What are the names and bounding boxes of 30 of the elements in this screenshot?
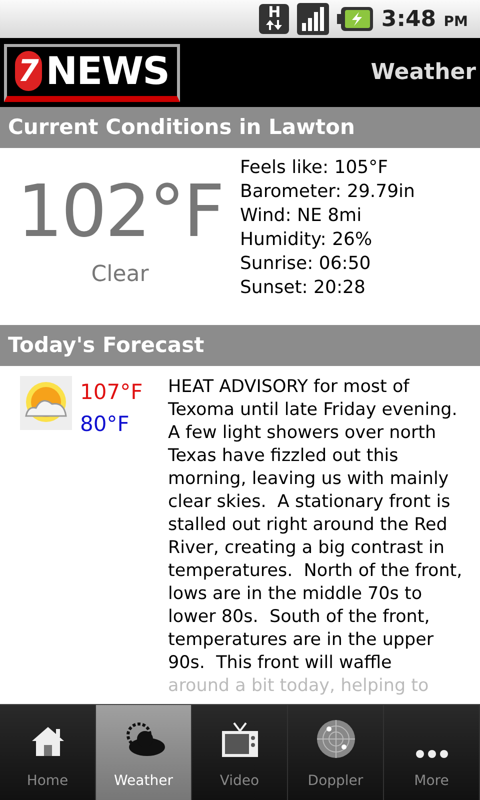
sun-cloud-icon [20,376,72,430]
tab[interactable]: Weather [96,705,192,800]
battery-icon [337,7,374,31]
more-icon [414,749,448,759]
low-temperature: 80°F [80,411,130,438]
logo-number: 7 [15,51,42,91]
screen-title: Weather [370,59,476,87]
logo-word: NEWS [46,52,169,90]
condition-detail: Barometer: 29.79in [240,180,415,204]
section-heading: Today's Forecast [0,325,480,366]
forecast-text: HEAT ADVISORY for most of Texoma until late Friday evening. A few light showers over north Texas have fizzled out this morning, leaving us with mainly clear skies. A stationary front is stalled out right around the Red River, creating a big contrast in temperatures. North of the front, lows are in the middle 70s to lower 80s. South of the front, temperatures are in the upper 90s. This front will waffle [168,376,464,675]
condition-detail: Sunset: 20:28 [240,276,366,300]
forecast-text: around a bit today, helping to [168,675,430,698]
signal-icon [297,3,330,35]
condition-detail: Wind: NE 8mi [240,204,363,228]
radar-icon [316,719,356,759]
condition-text: Clear [91,261,149,289]
condition-detail: Sunrise: 06:50 [240,252,372,276]
network-icon: H [259,4,290,34]
tab[interactable]: More [384,705,480,800]
tab[interactable]: Video [192,705,288,800]
clock: 3:48 PM [381,6,468,34]
condition-detail: Humidity: 26% [240,228,374,252]
current-temperature: 102°F [17,168,223,254]
tab[interactable]: Doppler [288,705,384,800]
condition-detail: Feels like: 105°F [240,156,389,180]
tab[interactable]: Home [0,705,96,800]
high-temperature: 107°F [80,379,143,406]
television-icon [220,721,258,759]
section-heading: Current Conditions in Lawton [0,107,480,148]
